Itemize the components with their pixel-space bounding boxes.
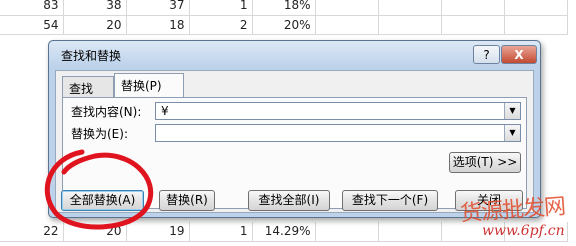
help-button[interactable]: ? (473, 45, 500, 64)
cell[interactable]: 20% (252, 15, 316, 35)
cell[interactable]: 38 (63, 0, 127, 16)
find-replace-dialog: 查找和替换 ? X 查找(D) 替换(P) 查找内容(N): ¥ ▼ 替换为(E… (48, 40, 541, 218)
cell[interactable]: 1 (189, 0, 253, 16)
cell[interactable] (315, 222, 379, 242)
table-row: 54 20 18 2 20% (0, 15, 568, 35)
find-next-button[interactable]: 查找下一个(F) (342, 190, 438, 211)
dialog-titlebar[interactable]: 查找和替换 ? X (49, 41, 540, 67)
cell[interactable] (504, 0, 568, 16)
tab-replace[interactable]: 替换(P) (114, 73, 184, 98)
cell[interactable]: 14.29% (252, 222, 316, 242)
cell[interactable]: 18 (126, 15, 190, 35)
cell[interactable] (378, 0, 442, 16)
cell[interactable]: 22 (0, 222, 64, 242)
cell[interactable]: 2 (189, 15, 253, 35)
cell[interactable]: 54 (0, 15, 64, 35)
table-row: 83 38 37 1 18% (0, 0, 568, 16)
cell[interactable]: 20 (63, 222, 127, 242)
cell[interactable] (378, 222, 442, 242)
replace-button[interactable]: 替换(R) (159, 190, 215, 211)
replace-all-button[interactable]: 全部替换(A) (61, 190, 144, 211)
cell[interactable]: 19 (126, 222, 190, 242)
sheet-table-top: 83 38 37 1 18% 54 20 18 2 20% (0, 0, 568, 35)
dialog-title: 查找和替换 (61, 49, 122, 63)
cell[interactable] (378, 15, 442, 35)
cell[interactable]: 1 (189, 222, 253, 242)
cell[interactable] (315, 15, 379, 35)
cell[interactable]: 18% (252, 0, 316, 16)
chevron-down-icon[interactable]: ▼ (504, 103, 520, 119)
chevron-down-icon[interactable]: ▼ (504, 125, 520, 141)
replace-with-combobox[interactable]: ▼ (155, 124, 521, 142)
find-all-button[interactable]: 查找全部(I) (248, 190, 330, 211)
cell[interactable]: 20 (63, 15, 127, 35)
tab-find[interactable]: 查找(D) (62, 76, 114, 111)
find-what-combobox[interactable]: ¥ ▼ (155, 102, 521, 120)
cell[interactable] (441, 15, 505, 35)
cell[interactable]: 37 (126, 0, 190, 16)
options-button[interactable]: 选项(T) >> (449, 152, 521, 173)
close-window-button[interactable]: X (501, 45, 537, 64)
find-what-value: ¥ (161, 104, 169, 118)
watermark-url: www.6pf.cn (482, 223, 565, 239)
cell[interactable] (315, 0, 379, 16)
cell[interactable] (504, 15, 568, 35)
find-what-label: 查找内容(N): (71, 105, 142, 119)
cell[interactable] (441, 0, 505, 16)
cell[interactable]: 83 (0, 0, 64, 16)
replace-with-label: 替换为(E): (71, 127, 128, 141)
